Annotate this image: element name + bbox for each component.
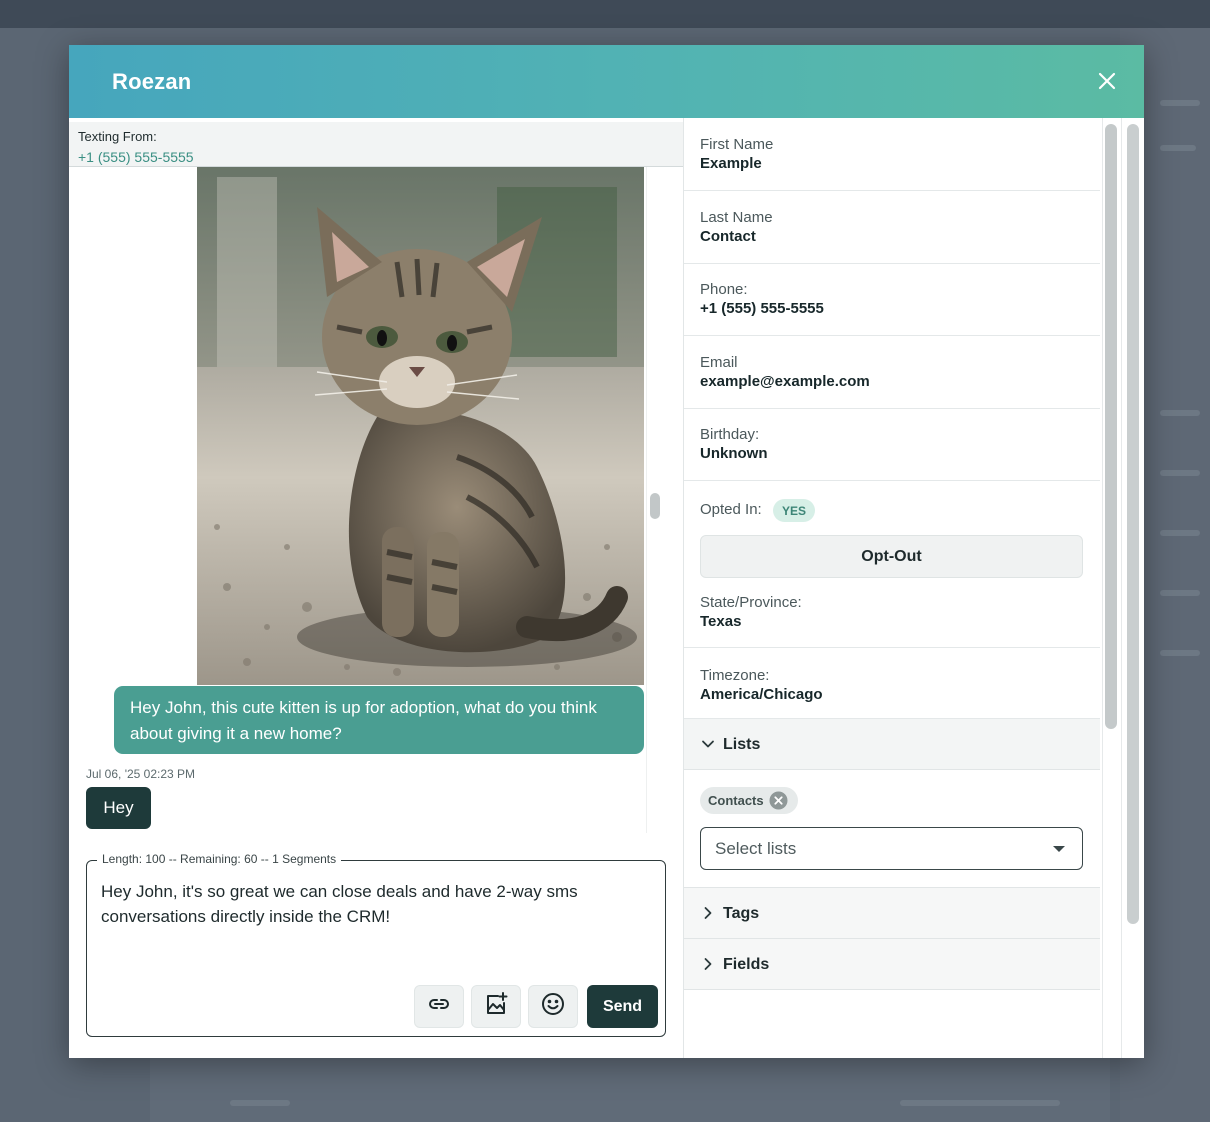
incoming-message-bubble: Hey	[86, 787, 151, 829]
kitten-image[interactable]	[197, 167, 644, 685]
background-line	[230, 1100, 290, 1106]
modal-header: Roezan	[69, 45, 1144, 118]
insert-link-button[interactable]	[414, 985, 464, 1028]
field-label: First Name	[700, 136, 774, 153]
message-list[interactable]: Hey John, this cute kitten is up for ado…	[69, 167, 665, 833]
chevron-down-icon	[700, 736, 716, 752]
send-button[interactable]: Send	[587, 985, 658, 1028]
last-name-field: Last Name Contact	[684, 191, 1100, 264]
message-list-scroll-thumb[interactable]	[650, 493, 660, 519]
timezone-field: Timezone: America/Chicago	[684, 648, 1100, 719]
page-scroll-thumb[interactable]	[1127, 124, 1139, 924]
phone-field: Phone: +1 (555) 555-5555	[684, 263, 1100, 336]
lists-section-body: Contacts Select lists	[684, 770, 1100, 888]
modal-title: Roezan	[112, 69, 192, 94]
background-line	[1160, 650, 1200, 656]
attach-image-button[interactable]	[471, 985, 521, 1028]
tags-section-toggle[interactable]: Tags	[684, 888, 1100, 939]
conversation-pane: Texting From: +1 (555) 555-5555 Hey John…	[69, 118, 683, 1058]
background-line	[1160, 410, 1200, 416]
field-value[interactable]: America/Chicago	[700, 686, 823, 703]
add-image-icon	[483, 991, 509, 1022]
field-value[interactable]: Contact	[700, 228, 756, 245]
opt-out-button[interactable]: Opt-Out	[700, 535, 1083, 578]
field-label: Last Name	[700, 209, 773, 226]
select-lists-placeholder: Select lists	[715, 839, 797, 858]
background-line	[1160, 145, 1196, 151]
background-line	[1160, 470, 1200, 476]
chevron-right-icon	[700, 905, 716, 921]
texting-from-label: Texting From:	[78, 129, 157, 144]
message-timestamp: Jul 06, '25 02:23 PM	[86, 767, 196, 781]
link-icon	[427, 992, 451, 1021]
list-chip: Contacts	[700, 787, 798, 814]
tags-section-label: Tags	[723, 905, 760, 922]
birthday-field: Birthday: Unknown	[684, 408, 1100, 481]
list-chip-label: Contacts	[708, 793, 764, 808]
field-value[interactable]: Texas	[700, 613, 741, 630]
fields-section-label: Fields	[723, 956, 770, 973]
texting-from-number[interactable]: +1 (555) 555-5555	[78, 149, 194, 165]
texting-from-bar: Texting From: +1 (555) 555-5555	[69, 122, 683, 167]
fields-section-toggle[interactable]: Fields	[684, 939, 1100, 990]
outgoing-message-bubble: Hey John, this cute kitten is up for ado…	[114, 686, 644, 754]
insert-emoji-button[interactable]	[528, 985, 578, 1028]
contact-details-pane: First Name Example Last Name Contact Pho…	[683, 118, 1144, 1058]
field-label: State/Province:	[700, 594, 802, 611]
field-label: Birthday:	[700, 426, 760, 443]
opted-in-badge: YES	[773, 499, 815, 522]
background-line	[1160, 100, 1200, 106]
opted-in-label: Opted In:	[700, 501, 762, 518]
background-line	[1160, 590, 1200, 596]
remove-chip-icon[interactable]	[769, 791, 788, 810]
message-composer: Length: 100 -- Remaining: 60 -- 1 Segmen…	[86, 852, 666, 1037]
field-label: Phone:	[700, 281, 748, 298]
lists-section-toggle[interactable]: Lists	[684, 719, 1100, 770]
message-length-info: Length: 100 -- Remaining: 60 -- 1 Segmen…	[97, 852, 342, 866]
field-label: Email	[700, 354, 738, 371]
background-line	[1160, 530, 1200, 536]
details-scroll-thumb[interactable]	[1105, 124, 1117, 729]
first-name-field: First Name Example	[684, 118, 1100, 191]
lists-section-label: Lists	[723, 736, 761, 753]
field-value[interactable]: +1 (555) 555-5555	[700, 300, 824, 317]
field-value[interactable]: Unknown	[700, 445, 768, 462]
select-lists-dropdown[interactable]: Select lists	[700, 827, 1083, 870]
background-line	[900, 1100, 1060, 1106]
state-field: State/Province: Texas	[684, 575, 1100, 648]
contact-chat-modal: Roezan Texting From: +1 (555) 555-5555 H…	[69, 45, 1144, 1058]
field-value[interactable]: example@example.com	[700, 373, 870, 390]
field-value[interactable]: Example	[700, 155, 762, 172]
emoji-icon	[540, 991, 566, 1022]
message-input[interactable]: Hey John, it's so great we can close dea…	[101, 879, 641, 929]
chevron-right-icon	[700, 956, 716, 972]
email-field: Email example@example.com	[684, 336, 1100, 409]
caret-down-icon	[1053, 846, 1065, 852]
background-topbar	[0, 0, 1210, 28]
field-label: Timezone:	[700, 667, 770, 684]
close-icon[interactable]	[1093, 67, 1121, 95]
